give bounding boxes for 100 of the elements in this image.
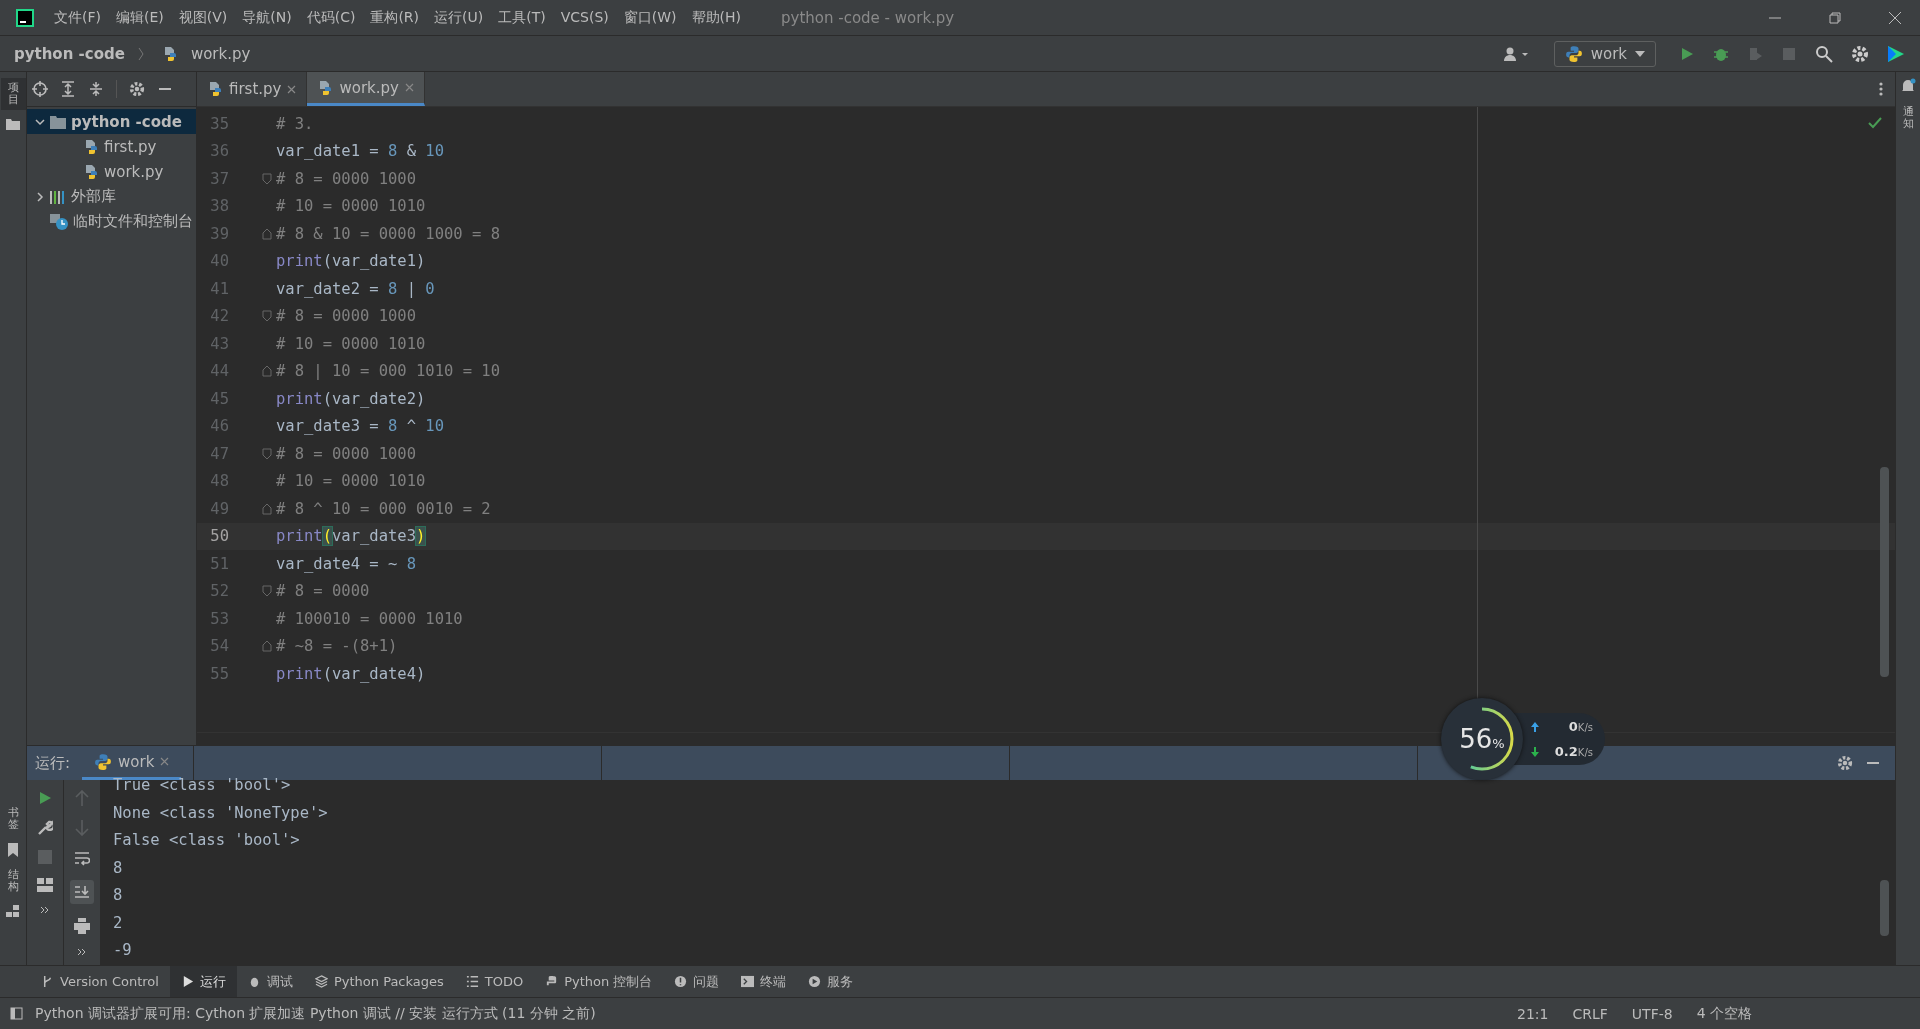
- notifications-tool-tab[interactable]: 通知: [1895, 102, 1920, 135]
- fold-marker-icon[interactable]: [262, 227, 272, 240]
- fold-marker-icon[interactable]: [262, 640, 272, 653]
- line-number: 40: [209, 252, 229, 271]
- menu-item[interactable]: 导航(N): [242, 8, 292, 27]
- expand-all-icon[interactable]: [60, 81, 76, 97]
- bookmarks-tool-tab[interactable]: 书签: [0, 802, 26, 835]
- more-icon[interactable]: [40, 906, 50, 914]
- code-line: # 8 | 10 = 000 1010 = 10: [275, 362, 500, 381]
- close-icon[interactable]: [287, 84, 297, 94]
- console-output-line: None <class 'NoneType'>: [113, 802, 328, 824]
- tree-item[interactable]: first.py: [27, 134, 196, 159]
- line-number: 43: [209, 334, 229, 353]
- settings-icon[interactable]: [129, 81, 145, 97]
- fold-marker-icon[interactable]: [262, 310, 272, 323]
- tool-window-button[interactable]: TODO: [454, 966, 535, 997]
- status-item[interactable]: UTF-8: [1625, 1005, 1679, 1022]
- chevron-icon: [35, 116, 45, 127]
- restore-icon[interactable]: [1828, 10, 1842, 25]
- settings-icon[interactable]: [1837, 755, 1853, 771]
- line-number: 47: [209, 444, 229, 463]
- status-item[interactable]: 4 个空格: [1690, 1004, 1758, 1023]
- panel-toggle-icon[interactable]: [10, 1007, 23, 1020]
- tree-item[interactable]: 临时文件和控制台: [27, 209, 196, 234]
- code-line: print(var_date3): [275, 527, 426, 546]
- close-icon[interactable]: [160, 757, 170, 766]
- users-icon[interactable]: [1502, 45, 1531, 62]
- tool-window-button[interactable]: 服务: [797, 966, 865, 997]
- fold-marker-icon[interactable]: [262, 365, 272, 378]
- menu-item[interactable]: 工具(T): [498, 8, 546, 27]
- menu-item[interactable]: 文件(F): [54, 8, 101, 27]
- project-tool-tab[interactable]: 项目: [0, 78, 26, 111]
- menu-item[interactable]: 代码(C): [306, 8, 356, 27]
- tool-window-button[interactable]: 终端: [730, 966, 798, 997]
- soft-wrap-icon[interactable]: [74, 850, 90, 866]
- line-number: 49: [209, 499, 229, 518]
- menu-item[interactable]: 运行(U): [434, 8, 484, 27]
- python-file-icon: [317, 79, 334, 96]
- wrench-icon[interactable]: [37, 820, 53, 836]
- menu-item[interactable]: 编辑(E): [116, 8, 164, 27]
- tree-item[interactable]: python -code: [27, 109, 196, 134]
- check-icon: [1868, 117, 1882, 129]
- more-icon[interactable]: [77, 948, 87, 956]
- breadcrumb-file[interactable]: work.py: [190, 44, 251, 63]
- status-message[interactable]: Python 调试器扩展可用: Cython 扩展加速 Python 调试 // 安装 运行方式 (11 分钟 之前): [35, 1004, 596, 1023]
- run-icon[interactable]: [37, 790, 53, 806]
- breadcrumb-project[interactable]: python -code: [14, 44, 125, 63]
- scroll-to-end-button[interactable]: [70, 880, 94, 904]
- status-item[interactable]: 21:1: [1511, 1005, 1555, 1022]
- bell-icon[interactable]: [1900, 78, 1916, 94]
- code-line: # 100010 = 0000 1010: [275, 609, 463, 628]
- code-line: var_date1 = 8 & 10: [275, 142, 444, 161]
- usage-percent: 56%: [1459, 724, 1505, 754]
- menu-item[interactable]: 帮助(H): [691, 8, 741, 27]
- upload-arrow-icon: [1531, 721, 1539, 732]
- menu-item[interactable]: VCS(S): [560, 8, 609, 27]
- menu-item[interactable]: 重构(R): [370, 8, 420, 27]
- app-logo-icon: [16, 8, 34, 27]
- line-number: 50: [209, 527, 229, 546]
- tool-window-button[interactable]: Version Control: [30, 966, 170, 997]
- menu-item[interactable]: 窗口(W): [623, 8, 677, 27]
- layout-icon[interactable]: [37, 878, 53, 892]
- tool-window-button[interactable]: 问题: [663, 966, 731, 997]
- status-item[interactable]: CRLF: [1566, 1005, 1614, 1022]
- print-icon[interactable]: [74, 918, 90, 934]
- line-number: 51: [209, 554, 229, 573]
- editor-tab[interactable]: work.py: [307, 72, 425, 106]
- code-line: # 10 = 0000 1010: [275, 197, 426, 216]
- settings-icon[interactable]: [1851, 44, 1869, 63]
- download-arrow-icon: [1531, 746, 1539, 757]
- tree-item[interactable]: 外部库: [27, 184, 196, 209]
- folder-icon: [6, 118, 20, 131]
- toolbox-logo-icon[interactable]: [1887, 44, 1905, 63]
- fold-marker-icon[interactable]: [262, 585, 272, 598]
- menu-item[interactable]: 视图(V): [178, 8, 228, 27]
- tool-window-button[interactable]: 调试: [236, 966, 304, 997]
- scrollbar-thumb[interactable]: [1880, 880, 1889, 936]
- locate-icon[interactable]: [32, 81, 48, 97]
- python-file-icon: [207, 81, 223, 97]
- fold-marker-icon[interactable]: [262, 447, 272, 460]
- structure-icon: [6, 905, 20, 917]
- tree-item[interactable]: work.py: [27, 159, 196, 184]
- fold-marker-icon[interactable]: [262, 502, 272, 515]
- tool-window-button[interactable]: 运行: [169, 966, 237, 997]
- search-icon[interactable]: [1815, 44, 1833, 63]
- fold-marker-icon[interactable]: [262, 172, 272, 185]
- run-icon[interactable]: [1679, 45, 1695, 62]
- code-line: # 10 = 0000 1010: [275, 334, 426, 353]
- tool-window-button[interactable]: Python Packages: [303, 966, 455, 997]
- line-number: 38: [209, 197, 229, 216]
- structure-tool-tab[interactable]: 结构: [0, 864, 26, 897]
- console-output-line: 8: [113, 857, 124, 879]
- collapse-all-icon[interactable]: [88, 81, 104, 97]
- services-icon: [808, 975, 822, 988]
- code-line: # ~8 = -(8+1): [275, 637, 398, 656]
- close-icon[interactable]: [1888, 10, 1902, 25]
- tool-window-button[interactable]: Python 控制台: [534, 966, 664, 997]
- more-icon[interactable]: [1879, 82, 1883, 96]
- scrollbar-thumb[interactable]: [1880, 467, 1889, 677]
- run-config-dropdown[interactable]: work: [1553, 40, 1656, 67]
